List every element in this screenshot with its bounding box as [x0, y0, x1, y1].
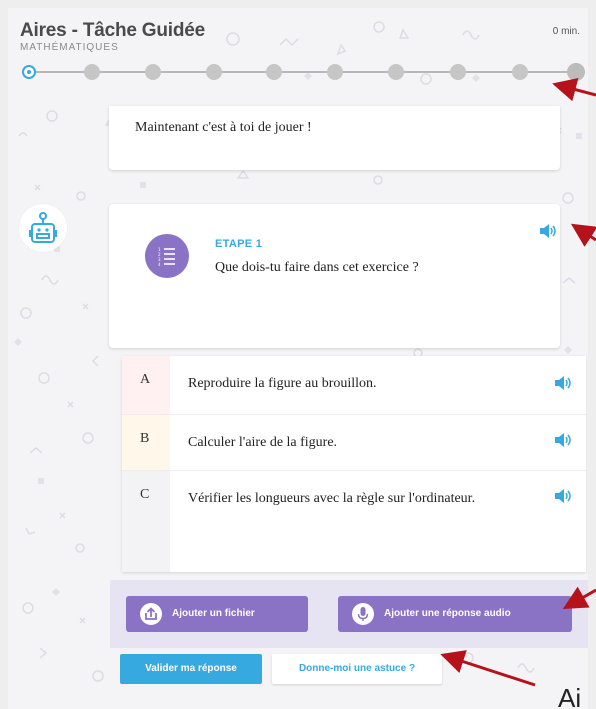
answer-list: A Reproduire la figure au brouillon. B C… [122, 356, 586, 572]
add-audio-label: Ajouter une réponse audio [384, 608, 511, 619]
progress-step-2[interactable] [84, 64, 100, 80]
app-window: Aires - Tâche Guidée MATHÉMATIQUES 0 min… [8, 8, 588, 709]
progress-step-9[interactable] [512, 64, 528, 80]
progress-step-3[interactable] [145, 64, 161, 80]
step-card: 1234 ETAPE 1 Que dois-tu faire dans cet … [109, 204, 560, 348]
robot-avatar [19, 204, 67, 252]
answer-letter: C [122, 471, 170, 572]
step-progress [22, 60, 585, 84]
previous-message-card: Maintenant c'est à toi de jouer ! [109, 106, 560, 170]
progress-line [30, 71, 576, 73]
progress-step-5[interactable] [266, 64, 282, 80]
answer-text: Calculer l'aire de la figure. [188, 435, 338, 450]
answer-letter: A [122, 356, 170, 414]
progress-step-10[interactable] [567, 63, 585, 81]
step-question: Que dois-tu faire dans cet exercice ? [215, 260, 419, 275]
speaker-icon[interactable] [554, 433, 572, 447]
subject-label: MATHÉMATIQUES [20, 42, 119, 53]
previous-message-text: Maintenant c'est à toi de jouer ! [135, 120, 312, 135]
hint-button[interactable]: Donne-moi une astuce ? [272, 654, 442, 684]
svg-text:4: 4 [158, 262, 161, 266]
timer: 0 min. [552, 26, 580, 37]
robot-icon [29, 212, 57, 243]
header: Aires - Tâche Guidée MATHÉMATIQUES [20, 20, 205, 53]
answer-text: Reproduire la figure au brouillon. [188, 376, 377, 391]
step-label: ETAPE 1 [215, 238, 263, 250]
progress-step-1[interactable] [22, 65, 36, 79]
cut-off-text: Ai [558, 683, 582, 709]
answer-option-b[interactable]: B Calculer l'aire de la figure. [122, 414, 586, 470]
page-title: Aires - Tâche Guidée [20, 20, 206, 41]
progress-step-4[interactable] [206, 64, 222, 80]
add-file-button[interactable]: Ajouter un fichier [126, 596, 308, 632]
speaker-icon[interactable] [554, 376, 572, 390]
progress-step-8[interactable] [450, 64, 466, 80]
add-file-label: Ajouter un fichier [172, 608, 255, 619]
progress-step-6[interactable] [327, 64, 343, 80]
speaker-icon[interactable] [539, 224, 557, 238]
progress-step-7[interactable] [388, 64, 404, 80]
attachment-area: Ajouter un fichier Ajouter une réponse a… [110, 580, 588, 648]
upload-icon [140, 603, 162, 625]
speaker-icon[interactable] [554, 489, 572, 503]
answer-letter: B [122, 415, 170, 470]
list-icon: 1234 [145, 234, 189, 278]
submit-answer-button[interactable]: Valider ma réponse [120, 654, 262, 684]
add-audio-button[interactable]: Ajouter une réponse audio [338, 596, 572, 632]
microphone-icon [352, 603, 374, 625]
answer-text: Vérifier les longueurs avec la règle sur… [188, 491, 476, 506]
answer-option-a[interactable]: A Reproduire la figure au brouillon. [122, 356, 586, 414]
answer-option-c[interactable]: C Vérifier les longueurs avec la règle s… [122, 470, 586, 572]
